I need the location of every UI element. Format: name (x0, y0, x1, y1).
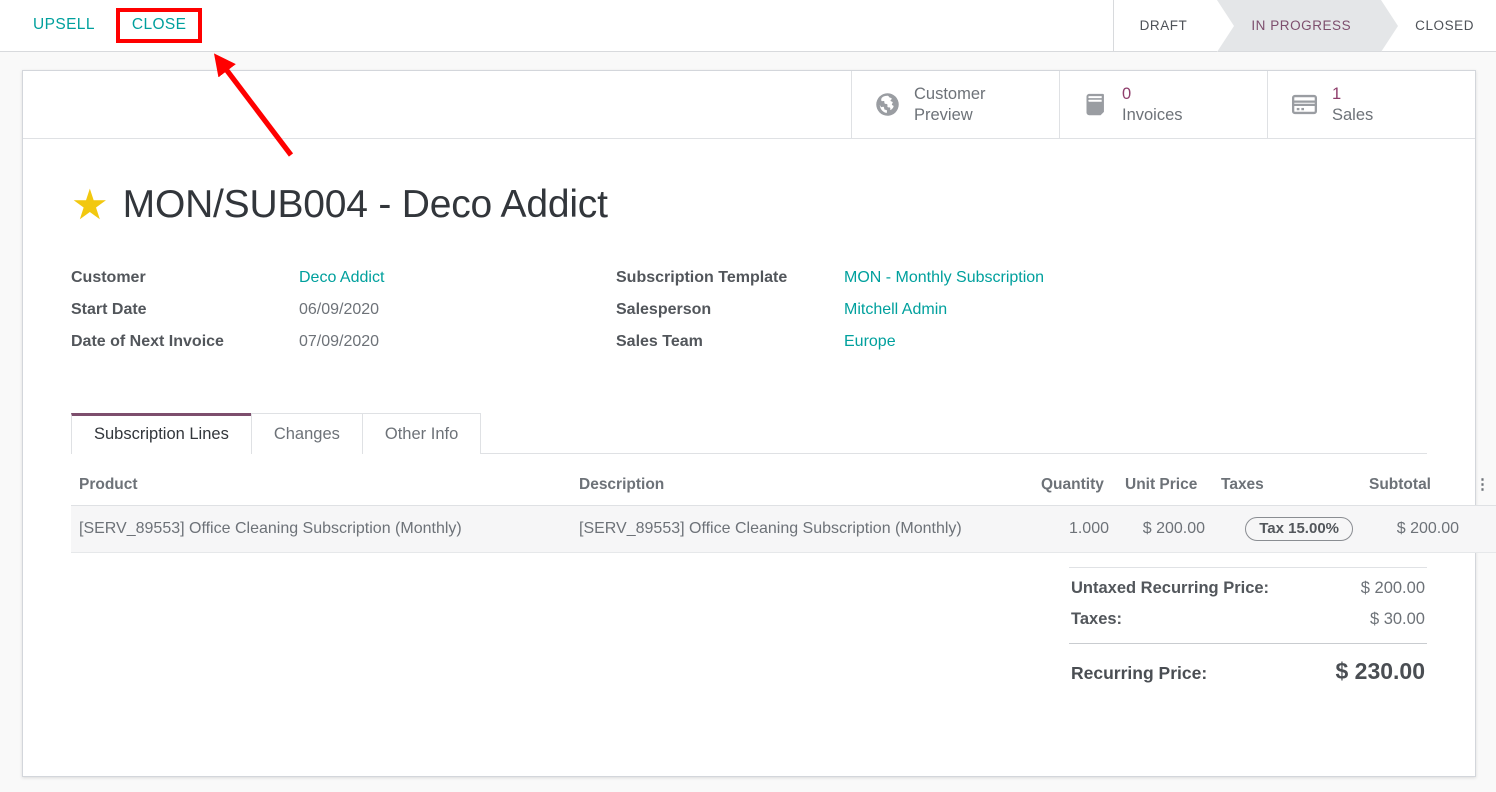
form-column-right: Subscription Template MON - Monthly Subs… (616, 269, 1161, 365)
smart-button-text: 1 Sales (1332, 84, 1373, 124)
tab-subscription-lines[interactable]: Subscription Lines (71, 413, 252, 454)
tax-badge: Tax 15.00% (1245, 517, 1353, 541)
status-step-label: DRAFT (1140, 18, 1188, 33)
cell-subtotal: $ 200.00 (1361, 506, 1467, 553)
form-column-left: Customer Deco Addict Start Date 06/09/20… (71, 269, 616, 365)
field-value-start-date[interactable]: 06/09/2020 (299, 301, 379, 319)
close-button[interactable]: CLOSE (116, 8, 203, 43)
cell-options (1467, 506, 1496, 553)
total-untaxed-recurring-price: Untaxed Recurring Price: $ 200.00 (1069, 567, 1427, 604)
credit-card-icon (1290, 90, 1319, 119)
notebook-tabs: Subscription Lines Changes Other Info (71, 413, 1427, 454)
globe-icon (874, 91, 901, 118)
column-header-taxes[interactable]: Taxes (1213, 454, 1361, 506)
smart-button-customer-preview[interactable]: Customer Preview (851, 71, 1059, 138)
smart-button-sales[interactable]: 1 Sales (1267, 71, 1475, 138)
form-sheet: Customer Preview 0 Invoices (22, 70, 1476, 777)
cell-unit-price[interactable]: $ 200.00 (1117, 506, 1213, 553)
cell-product[interactable]: [SERV_89553] Office Cleaning Subscriptio… (71, 506, 571, 553)
subscription-lines-list: Product Description Quantity Unit Price … (23, 454, 1475, 553)
action-buttons: UPSELL CLOSE (0, 0, 202, 51)
tab-other-info[interactable]: Other Info (362, 413, 481, 454)
field-subscription-template: Subscription Template MON - Monthly Subs… (616, 269, 1161, 287)
field-date-of-next-invoice: Date of Next Invoice 07/09/2020 (71, 333, 616, 351)
field-start-date: Start Date 06/09/2020 (71, 301, 616, 319)
total-recurring-price: Recurring Price: $ 230.00 (1069, 643, 1427, 691)
smart-button-invoices[interactable]: 0 Invoices (1059, 71, 1267, 138)
status-step-label: CLOSED (1415, 18, 1474, 33)
smart-button-text: Customer Preview (914, 84, 986, 124)
smart-button-label: Sales (1332, 105, 1373, 125)
total-label: Recurring Price: (1071, 663, 1207, 684)
favorite-star-icon[interactable]: ★ (71, 184, 109, 226)
smart-button-label: Customer (914, 84, 986, 104)
field-value-date-of-next-invoice[interactable]: 07/09/2020 (299, 333, 379, 351)
total-value: $ 30.00 (1370, 610, 1425, 629)
total-value: $ 230.00 (1335, 658, 1425, 685)
total-label: Taxes: (1071, 610, 1122, 629)
field-salesperson: Salesperson Mitchell Admin (616, 301, 1161, 319)
field-label: Customer (71, 269, 299, 287)
status-step-label: IN PROGRESS (1251, 18, 1351, 33)
total-value: $ 200.00 (1361, 579, 1425, 598)
field-customer: Customer Deco Addict (71, 269, 616, 287)
column-header-unit-price[interactable]: Unit Price (1117, 454, 1213, 506)
field-value-subscription-template[interactable]: MON - Monthly Subscription (844, 269, 1044, 287)
field-label: Salesperson (616, 301, 844, 319)
smart-button-value: 1 (1332, 84, 1373, 104)
lines-table: Product Description Quantity Unit Price … (71, 454, 1496, 553)
field-value-sales-team[interactable]: Europe (844, 333, 896, 351)
tab-label: Other Info (385, 425, 458, 443)
column-options-header: ⋮ (1467, 454, 1496, 506)
tab-label: Changes (274, 425, 340, 443)
notebook: Subscription Lines Changes Other Info (71, 413, 1475, 454)
field-sales-team: Sales Team Europe (616, 333, 1161, 351)
column-header-description[interactable]: Description (571, 454, 1033, 506)
book-icon (1082, 91, 1109, 118)
field-value-customer[interactable]: Deco Addict (299, 269, 384, 287)
sheet-background: Customer Preview 0 Invoices (0, 52, 1496, 792)
status-step-closed[interactable]: CLOSED (1381, 0, 1496, 51)
cell-quantity[interactable]: 1.000 (1033, 506, 1117, 553)
column-header-quantity[interactable]: Quantity (1033, 454, 1117, 506)
field-value-salesperson[interactable]: Mitchell Admin (844, 301, 947, 319)
field-label: Subscription Template (616, 269, 844, 287)
field-label: Sales Team (616, 333, 844, 351)
form-group: Customer Deco Addict Start Date 06/09/20… (23, 227, 1475, 365)
control-panel: UPSELL CLOSE DRAFT IN PROGRESS CLOSED (0, 0, 1496, 52)
smart-button-text: 0 Invoices (1122, 84, 1183, 124)
tab-changes[interactable]: Changes (251, 413, 363, 454)
upsell-button[interactable]: UPSELL (18, 9, 110, 42)
options-dropdown-icon[interactable]: ⋮ (1475, 477, 1490, 492)
record-title-block: ★ MON/SUB004 - Deco Addict (23, 139, 1475, 227)
field-label: Date of Next Invoice (71, 333, 299, 351)
column-header-subtotal[interactable]: Subtotal (1361, 454, 1467, 506)
totals-block: Untaxed Recurring Price: $ 200.00 Taxes:… (1069, 553, 1427, 691)
status-bar: DRAFT IN PROGRESS CLOSED (1113, 0, 1496, 51)
total-taxes: Taxes: $ 30.00 (1069, 604, 1427, 635)
smart-button-value: 0 (1122, 84, 1183, 104)
tab-label: Subscription Lines (94, 425, 229, 443)
table-row[interactable]: [SERV_89553] Office Cleaning Subscriptio… (71, 506, 1496, 553)
totals-wrapper: Untaxed Recurring Price: $ 200.00 Taxes:… (23, 553, 1475, 691)
smart-button-label-2: Preview (914, 105, 986, 125)
field-label: Start Date (71, 301, 299, 319)
total-label: Untaxed Recurring Price: (1071, 579, 1269, 598)
table-header-row: Product Description Quantity Unit Price … (71, 454, 1496, 506)
smart-button-box: Customer Preview 0 Invoices (23, 71, 1475, 139)
smart-button-label: Invoices (1122, 105, 1183, 125)
status-step-draft[interactable]: DRAFT (1114, 0, 1218, 51)
page-title: MON/SUB004 - Deco Addict (123, 183, 608, 227)
cell-taxes[interactable]: Tax 15.00% (1213, 506, 1361, 553)
column-header-product[interactable]: Product (71, 454, 571, 506)
cell-description[interactable]: [SERV_89553] Office Cleaning Subscriptio… (571, 506, 1033, 553)
status-step-in-progress[interactable]: IN PROGRESS (1217, 0, 1381, 51)
